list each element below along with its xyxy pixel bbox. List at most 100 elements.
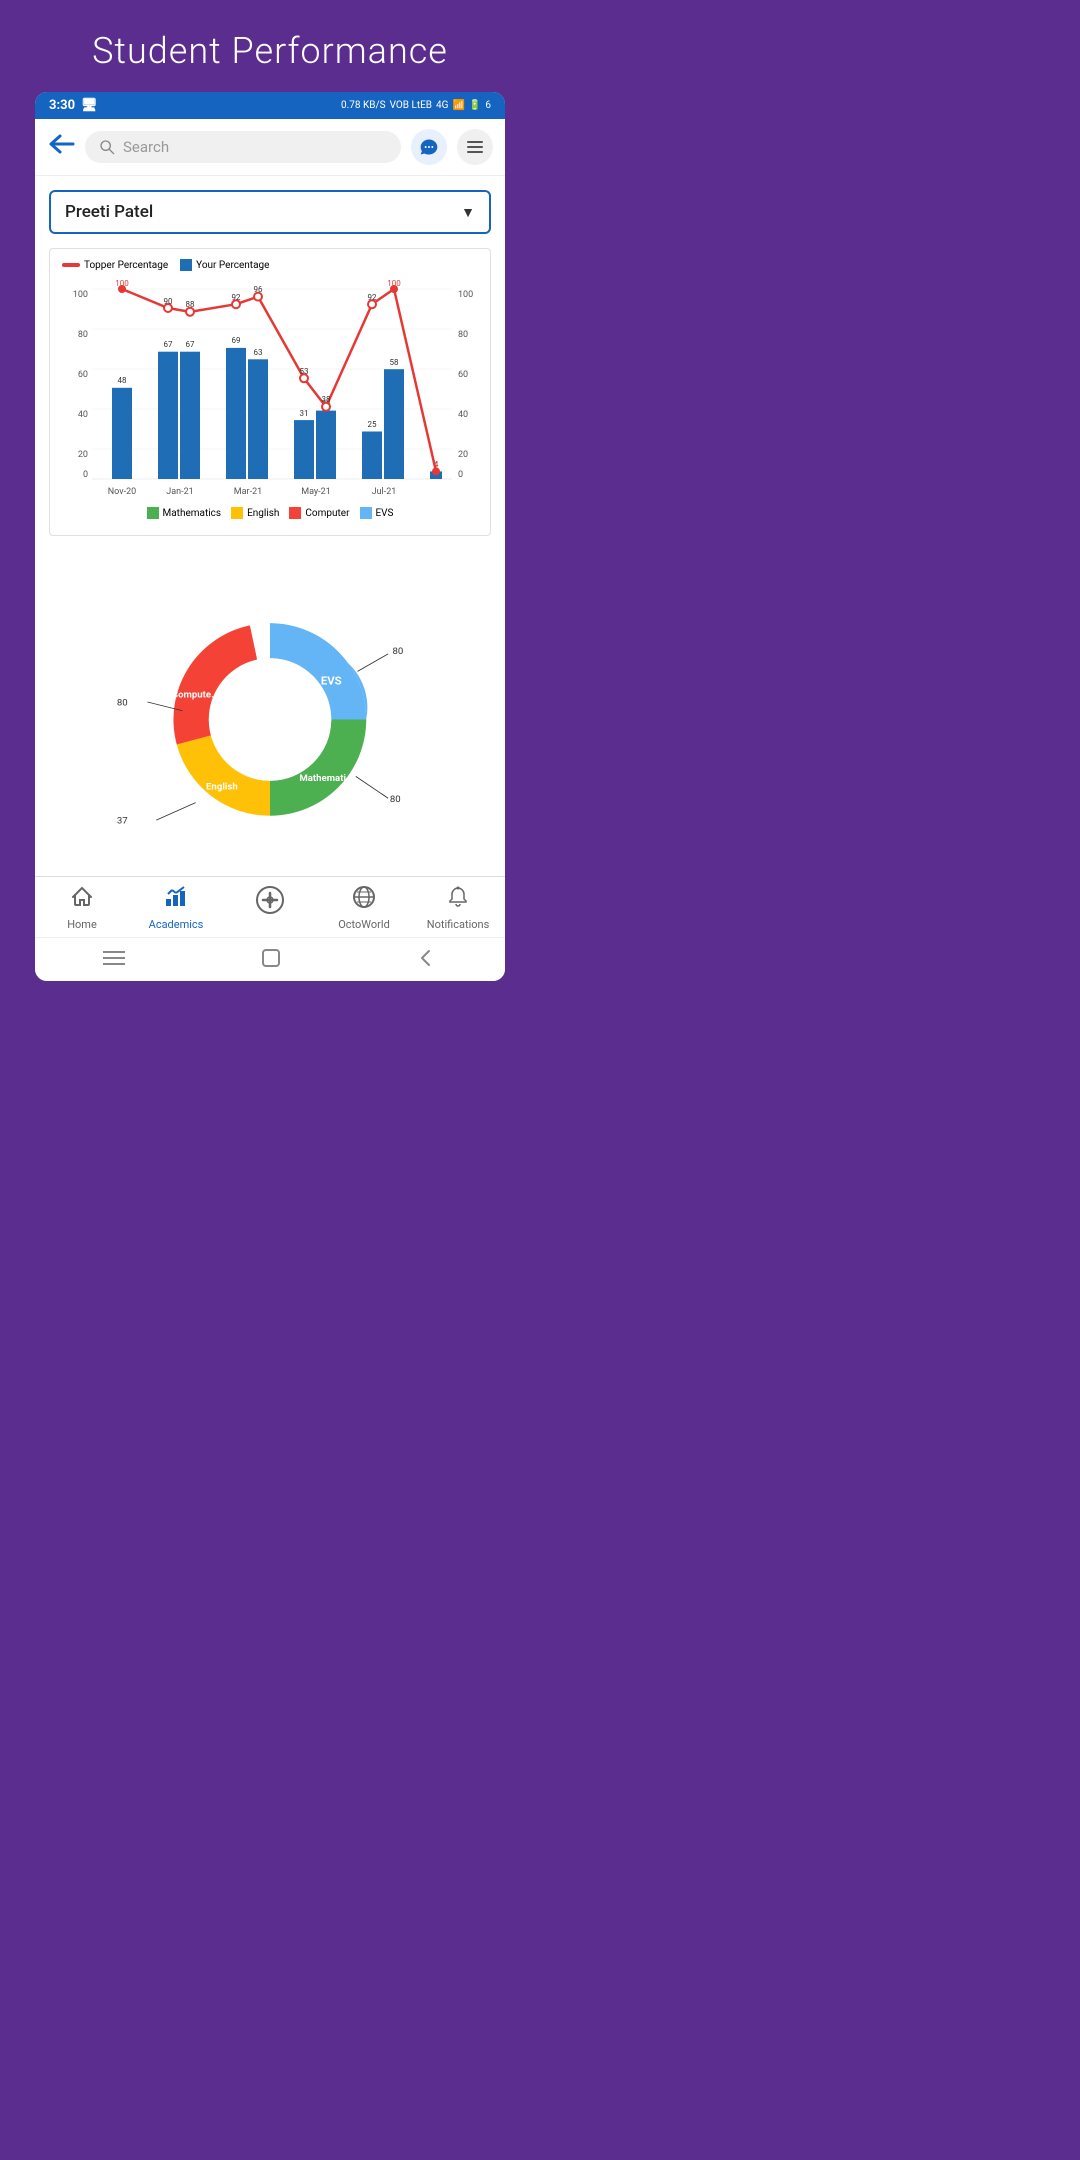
page-title: Student Performance [72, 0, 468, 92]
svg-text:Nov-20: Nov-20 [108, 487, 136, 497]
status-bar: 3:30 🖥 0.78 KB/S VOB LtEB 4G 📶 🔋 6 [35, 92, 505, 119]
legend-yours-label: Your Percentage [196, 260, 269, 271]
nav-notifications-label: Notifications [427, 918, 490, 931]
evs-value-label: 80 [393, 646, 404, 657]
english-value-label: 37 [117, 816, 128, 827]
student-name: Preeti Patel [65, 202, 153, 222]
android-nav [35, 937, 505, 981]
svg-text:90: 90 [164, 297, 173, 306]
center-icon [255, 885, 285, 921]
chat-button[interactable] [411, 129, 447, 165]
svg-text:48: 48 [118, 376, 127, 385]
legend-topper-label: Topper Percentage [84, 260, 168, 271]
search-bar[interactable]: Search [85, 131, 401, 163]
nav-academics[interactable]: Academics [129, 885, 223, 931]
nav-octoworld-label: OctoWorld [338, 918, 390, 931]
donut-hole [209, 658, 332, 781]
nav-home-label: Home [67, 918, 97, 931]
bottom-nav: Home Academics [35, 876, 505, 937]
bar-chart-container: Topper Percentage Your Percentage 100 80… [49, 248, 491, 536]
bar-chart-bottom-legend: Mathematics English Computer EVS [56, 507, 484, 519]
back-button[interactable] [47, 133, 75, 161]
nav-octoworld[interactable]: OctoWorld [317, 885, 411, 931]
bar-jul21b [384, 369, 404, 479]
status-screen-icon: 🖥 [81, 98, 98, 113]
octoworld-icon [352, 885, 376, 915]
english-label-line [156, 803, 195, 821]
status-signal: 4G [436, 100, 448, 111]
svg-text:40: 40 [78, 410, 88, 420]
notifications-icon [446, 885, 470, 915]
evs-segment-label: EVS [321, 674, 342, 688]
svg-text:31: 31 [300, 409, 309, 418]
bar-may21a [294, 420, 314, 479]
android-home-btn[interactable] [261, 948, 281, 973]
svg-text:60: 60 [458, 370, 468, 380]
svg-text:38: 38 [322, 395, 331, 404]
signal-bars-icon: 📶 [452, 100, 464, 111]
bar-jul21a [362, 432, 382, 480]
svg-text:40: 40 [458, 410, 468, 420]
svg-text:92: 92 [368, 293, 377, 302]
legend-math-color [147, 507, 159, 519]
search-icon [99, 139, 115, 155]
computer-value-label: 80 [117, 698, 128, 709]
nav-notifications[interactable]: Notifications [411, 885, 505, 931]
svg-text:20: 20 [458, 450, 468, 460]
evs-label-line [358, 654, 389, 672]
nav-academics-label: Academics [149, 918, 204, 931]
legend-computer-label: Computer [305, 508, 349, 519]
svg-text:Jul-21: Jul-21 [372, 487, 397, 497]
legend-topper: Topper Percentage [62, 260, 168, 271]
donut-chart-section: EVS Mathemati... English Compute... 80 8… [49, 552, 491, 862]
legend-evs-label: EVS [376, 508, 394, 519]
bar-nov20 [112, 388, 132, 479]
legend-evs: EVS [360, 507, 394, 519]
bar-may21b [316, 411, 336, 479]
nav-home[interactable]: Home [35, 885, 129, 931]
content-area: Preeti Patel ▼ Topper Percentage Your Pe… [35, 176, 505, 876]
student-dropdown[interactable]: Preeti Patel ▼ [49, 190, 491, 234]
legend-topper-color [62, 263, 80, 267]
status-network2: VOB LtEB [390, 100, 432, 111]
math-label-line [356, 776, 388, 798]
chart-legend: Topper Percentage Your Percentage [56, 259, 484, 271]
legend-yours-color [180, 259, 192, 271]
menu-line-2 [467, 146, 483, 148]
menu-line-3 [467, 151, 483, 153]
math-segment-label: Mathemati... [299, 773, 354, 784]
bar-mar21a [226, 348, 246, 479]
bar-jan21b [180, 352, 200, 479]
bar-jan21a [158, 352, 178, 479]
dot-may21b [322, 403, 330, 411]
battery-level: 6 [485, 100, 491, 111]
math-value-label: 80 [390, 794, 401, 805]
menu-button[interactable] [457, 129, 493, 165]
svg-text:67: 67 [164, 340, 173, 349]
svg-text:96: 96 [254, 285, 263, 294]
english-segment-label: English [206, 782, 238, 793]
status-time: 3:30 [49, 98, 75, 113]
search-placeholder: Search [123, 138, 169, 156]
svg-text:0: 0 [458, 470, 463, 480]
svg-text:0: 0 [83, 470, 88, 480]
svg-text:67: 67 [186, 340, 195, 349]
battery-icon: 🔋 [469, 100, 481, 111]
nav-center[interactable] [223, 885, 317, 931]
svg-text:100: 100 [115, 279, 129, 288]
svg-text:92: 92 [232, 293, 241, 302]
legend-computer: Computer [289, 507, 349, 519]
home-icon [70, 885, 94, 915]
bar-mar21b [248, 359, 268, 479]
svg-text:25: 25 [368, 420, 377, 429]
svg-text:69: 69 [232, 336, 241, 345]
svg-text:20: 20 [78, 450, 88, 460]
android-back-btn[interactable] [417, 949, 437, 972]
svg-text:63: 63 [254, 348, 263, 357]
dot-jan21b [186, 308, 194, 316]
android-menu-btn[interactable] [103, 949, 125, 972]
bar-chart-svg: 100 80 60 40 20 0 100 80 60 40 20 0 [66, 279, 474, 499]
svg-text:100: 100 [73, 290, 88, 300]
phone-frame: 3:30 🖥 0.78 KB/S VOB LtEB 4G 📶 🔋 6 Searc… [35, 92, 505, 981]
svg-text:Jan-21: Jan-21 [166, 487, 193, 497]
